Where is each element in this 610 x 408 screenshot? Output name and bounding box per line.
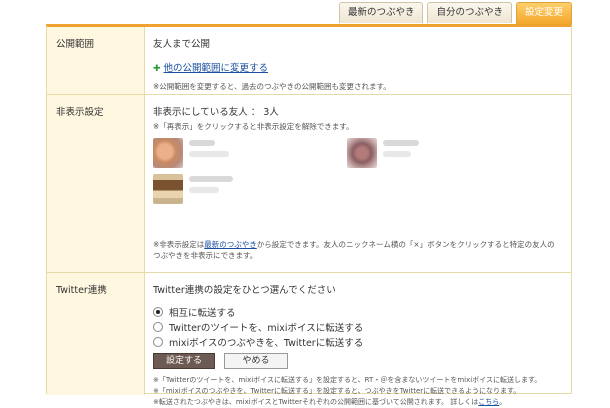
twitter-label: Twitter連携 xyxy=(47,273,145,395)
hidden-friend-3[interactable] xyxy=(153,174,233,204)
blurred-action xyxy=(189,187,219,193)
blurred-name xyxy=(189,140,215,146)
latest-posts-link[interactable]: 最新のつぶやき xyxy=(204,240,257,249)
visibility-content: 友人まで公開 ✚ 他の公開範囲に変更する ※公開範囲を変更すると、過去のつぶやきの… xyxy=(145,27,571,94)
hidden-friend-1[interactable] xyxy=(153,138,229,168)
radio-button[interactable] xyxy=(153,336,163,347)
twitter-note-1: ※「Twitterのツイートを、mixiボイスに転送する」を設定すると、RT・＠… xyxy=(153,376,542,384)
tab-latest-posts[interactable]: 最新のつぶやき xyxy=(338,2,424,23)
details-link[interactable]: こちら xyxy=(478,398,499,406)
twitter-note-3: ※転送されたつぶやきは、mixiボイスとTwitterそれぞれの公開範囲に基づい… xyxy=(153,398,507,406)
change-visibility-link[interactable]: 他の公開範囲に変更する xyxy=(164,63,269,74)
twitter-prompt: Twitter連携の設定をひとつ選んでください xyxy=(153,285,336,296)
twitter-options: 相互に転送する Twitterのツイートを、mixiボイスに転送する mixiボ… xyxy=(153,304,571,349)
option-mutual[interactable]: 相互に転送する xyxy=(153,304,571,319)
hidden-content: 非表示にしている友人 ： 3人 ※「再表示」をクリックすると非表示設定を解除でき… xyxy=(145,95,571,272)
visibility-note: ※公開範囲を変更すると、過去のつぶやきの公開範囲も変更されます。 xyxy=(153,82,391,91)
settings-panel: 公開範囲 友人まで公開 ✚ 他の公開範囲に変更する ※公開範囲を変更すると、過去の… xyxy=(46,24,572,406)
tab-bar: 最新のつぶやき 自分のつぶやき 設定変更 xyxy=(338,2,572,25)
hidden-note: ※非表示設定は最新のつぶやきから設定できます。友人のニックネーム横の「×」ボタン… xyxy=(153,240,555,260)
hidden-hint: ※「再表示」をクリックすると非表示設定を解除できます。 xyxy=(153,122,354,131)
plus-icon: ✚ xyxy=(153,64,161,74)
twitter-row: Twitter連携 Twitter連携の設定をひとつ選んでください 相互に転送す… xyxy=(47,273,571,406)
option-twitter-to-mixi[interactable]: Twitterのツイートを、mixiボイスに転送する xyxy=(153,319,571,334)
hidden-row: 非表示設定 非表示にしている友人 ： 3人 ※「再表示」をクリックすると非表示設… xyxy=(47,95,571,273)
radio-button[interactable] xyxy=(153,306,163,317)
tab-my-posts[interactable]: 自分のつぶやき xyxy=(427,2,512,23)
blurred-action xyxy=(189,151,229,157)
blurred-name xyxy=(189,176,233,182)
visibility-row: 公開範囲 友人まで公開 ✚ 他の公開範囲に変更する ※公開範囲を変更すると、過去の… xyxy=(47,27,571,95)
radio-button[interactable] xyxy=(153,321,163,332)
hidden-count: 非表示にしている友人 ： 3人 xyxy=(153,107,279,118)
change-visibility-line: ✚ 他の公開範囲に変更する xyxy=(153,60,571,74)
twitter-note-2: ※「mixiボイスのつぶやきを、Twitterに転送する」を設定すると、つぶやき… xyxy=(153,387,521,395)
twitter-content: Twitter連携の設定をひとつ選んでください 相互に転送する Twitterの… xyxy=(145,273,571,406)
tab-settings[interactable]: 設定変更 xyxy=(515,2,572,25)
visibility-label: 公開範囲 xyxy=(47,27,145,94)
hidden-label: 非表示設定 xyxy=(47,95,145,272)
save-button[interactable]: 設定する xyxy=(153,353,215,369)
avatar xyxy=(153,138,183,168)
cancel-button[interactable]: やめる xyxy=(224,353,288,369)
blurred-action xyxy=(383,151,411,157)
blurred-name xyxy=(383,140,419,146)
twitter-notes: ※「Twitterのツイートを、mixiボイスに転送する」を設定すると、RT・＠… xyxy=(153,375,571,408)
option-mixi-to-twitter[interactable]: mixiボイスのつぶやきを、Twitterに転送する xyxy=(153,334,571,349)
avatar xyxy=(153,174,183,204)
visibility-current: 友人まで公開 xyxy=(153,39,211,50)
hidden-friend-2[interactable] xyxy=(347,138,419,168)
avatar xyxy=(347,138,377,168)
